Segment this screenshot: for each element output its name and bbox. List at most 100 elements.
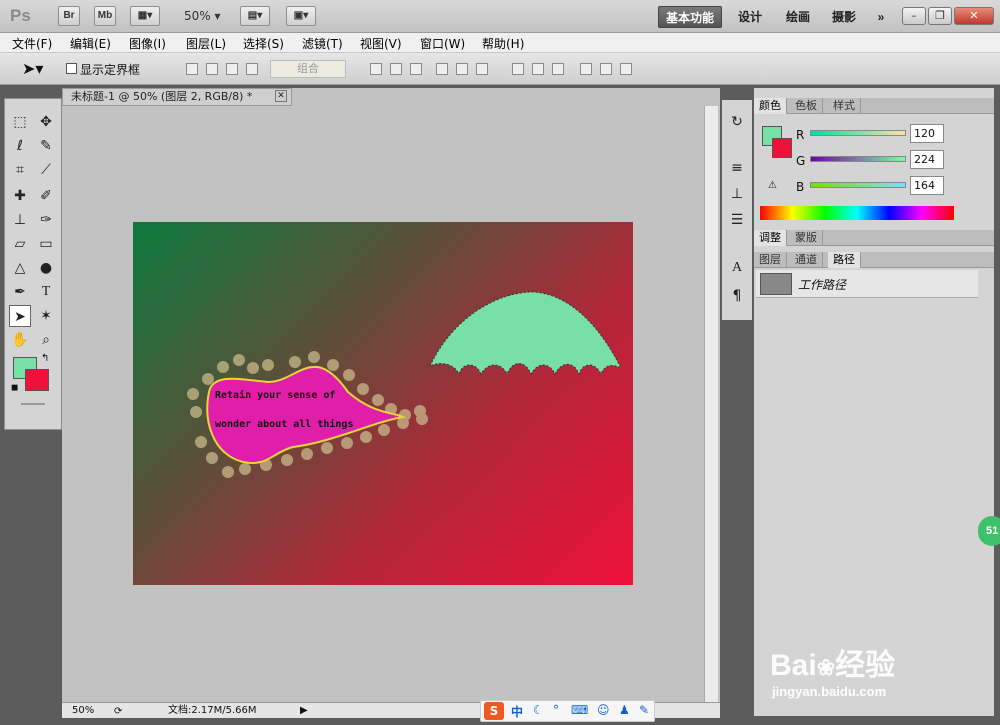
tab-styles[interactable]: 样式 xyxy=(828,98,861,114)
zoom-level[interactable]: 50% ▾ xyxy=(184,9,221,23)
dodge-tool-icon[interactable]: ● xyxy=(35,257,57,279)
tab-color[interactable]: 颜色 xyxy=(754,98,787,114)
quick-select-tool-icon[interactable]: ✎ xyxy=(35,135,57,157)
combine-button[interactable]: 组合 xyxy=(270,60,346,78)
ime-keyboard-icon[interactable]: ⌨ xyxy=(571,703,588,717)
menu-file[interactable]: 文件(F) xyxy=(12,35,52,52)
side-floating-badge[interactable]: 51 xyxy=(978,516,1000,546)
distribute-right-icon[interactable] xyxy=(620,63,632,75)
color-spectrum-bar[interactable] xyxy=(760,206,954,220)
workspace-more-button[interactable]: » xyxy=(870,6,892,28)
menu-view[interactable]: 视图(V) xyxy=(360,35,402,52)
color-panel-bg-swatch[interactable] xyxy=(772,138,792,158)
b-value[interactable]: 164 xyxy=(910,176,944,195)
blur-tool-icon[interactable]: △ xyxy=(9,257,31,279)
history-panel-icon[interactable]: ↻ xyxy=(722,110,752,134)
path-op-subtract-icon[interactable] xyxy=(206,63,218,75)
workspace-photography[interactable]: 摄影 xyxy=(828,6,860,28)
background-color-swatch[interactable] xyxy=(25,369,49,391)
maximize-button[interactable]: ❐ xyxy=(928,7,952,25)
character-panel-icon[interactable]: A xyxy=(722,256,752,280)
menu-window[interactable]: 窗口(W) xyxy=(420,35,465,52)
ime-moon-icon[interactable]: ☾ xyxy=(533,703,544,717)
move-tool-icon[interactable]: ✥ xyxy=(35,111,57,133)
r-value[interactable]: 120 xyxy=(910,124,944,143)
distribute-vcenter-icon[interactable] xyxy=(532,63,544,75)
path-op-intersect-icon[interactable] xyxy=(226,63,238,75)
workspace-painting[interactable]: 绘画 xyxy=(782,6,814,28)
workspace-essentials[interactable]: 基本功能 xyxy=(658,6,722,28)
status-menu-arrow-icon[interactable]: ▶ xyxy=(300,703,308,718)
minimize-button[interactable]: – xyxy=(902,7,926,25)
menu-help[interactable]: 帮助(H) xyxy=(482,35,524,52)
history-brush-tool-icon[interactable]: ✑ xyxy=(35,209,57,231)
align-vcenter-icon[interactable] xyxy=(390,63,402,75)
healing-brush-tool-icon[interactable]: ✚ xyxy=(9,185,31,207)
menu-select[interactable]: 选择(S) xyxy=(243,35,284,52)
align-bottom-icon[interactable] xyxy=(410,63,422,75)
ime-punctuation-icon[interactable]: ° xyxy=(553,703,559,717)
menu-layer[interactable]: 图层(L) xyxy=(186,35,226,52)
eraser-tool-icon[interactable]: ▱ xyxy=(9,233,31,255)
path-list-item[interactable]: 工作路径 xyxy=(756,270,978,298)
default-colors-icon[interactable]: ◼ xyxy=(11,383,18,393)
tab-channels[interactable]: 通道 xyxy=(790,252,823,268)
close-button[interactable]: ✕ xyxy=(954,7,994,25)
align-left-icon[interactable] xyxy=(436,63,448,75)
distribute-top-icon[interactable] xyxy=(512,63,524,75)
distribute-hcenter-icon[interactable] xyxy=(600,63,612,75)
status-zoom[interactable]: 50% xyxy=(72,703,94,718)
arrange-documents-button[interactable]: ▤▾ xyxy=(240,6,270,26)
clone-stamp-tool-icon[interactable]: ⊥ xyxy=(9,209,31,231)
paragraph-panel-icon[interactable]: ¶ xyxy=(722,284,752,308)
ime-user-icon[interactable]: ☺ xyxy=(597,703,610,717)
tab-masks[interactable]: 蒙版 xyxy=(790,230,823,246)
align-top-icon[interactable] xyxy=(370,63,382,75)
bridge-button[interactable]: Br xyxy=(58,6,80,26)
tab-adjustments[interactable]: 调整 xyxy=(754,230,787,246)
gradient-tool-icon[interactable]: ▭ xyxy=(35,233,57,255)
menu-image[interactable]: 图像(I) xyxy=(129,35,166,52)
lasso-tool-icon[interactable]: ℓ xyxy=(9,135,31,157)
r-slider[interactable] xyxy=(810,130,906,136)
quick-mask-icon[interactable] xyxy=(21,403,45,405)
close-tab-icon[interactable]: ✕ xyxy=(275,90,287,102)
document-tab[interactable]: 未标题-1 @ 50% (图层 2, RGB/8) * ✕ xyxy=(62,88,292,106)
crop-tool-icon[interactable]: ⌗ xyxy=(9,159,31,181)
path-op-exclude-icon[interactable] xyxy=(246,63,258,75)
move-tool-preset-icon[interactable]: ➤▾ xyxy=(22,59,43,78)
status-refresh-icon[interactable]: ⟳ xyxy=(114,704,122,719)
tool-presets-icon[interactable]: ☰ xyxy=(722,208,752,232)
g-slider[interactable] xyxy=(810,156,906,162)
tab-paths[interactable]: 路径 xyxy=(828,252,861,268)
b-slider[interactable] xyxy=(810,182,906,188)
tab-swatches[interactable]: 色板 xyxy=(790,98,823,114)
ime-tools-icon[interactable]: ✎ xyxy=(639,703,649,717)
ime-chinese-mode[interactable]: 中 xyxy=(511,703,523,720)
sogou-logo-icon[interactable]: S xyxy=(484,702,504,720)
ime-skin-icon[interactable]: ♟ xyxy=(619,703,630,717)
align-right-icon[interactable] xyxy=(476,63,488,75)
pen-tool-icon[interactable]: ✒ xyxy=(9,281,31,303)
path-op-add-icon[interactable] xyxy=(186,63,198,75)
screen-mode-button[interactable]: ▣▾ xyxy=(286,6,316,26)
tab-layers[interactable]: 图层 xyxy=(754,252,787,268)
g-value[interactable]: 224 xyxy=(910,150,944,169)
marquee-tool-icon[interactable]: ⬚ xyxy=(9,111,31,133)
minibridge-button[interactable]: Mb xyxy=(94,6,116,26)
swap-colors-icon[interactable]: ↰ xyxy=(41,353,49,364)
clone-source-icon[interactable]: ⊥ xyxy=(722,182,752,206)
eyedropper-tool-icon[interactable]: ⟋ xyxy=(35,159,57,181)
vertical-scrollbar[interactable] xyxy=(704,106,718,702)
gamut-warning-icon[interactable]: ⚠ xyxy=(768,180,777,191)
show-bounds-checkbox[interactable] xyxy=(66,63,77,74)
view-extras-button[interactable]: ▦▾ xyxy=(130,6,160,26)
menu-filter[interactable]: 滤镜(T) xyxy=(302,35,343,52)
zoom-tool-icon[interactable]: ⌕ xyxy=(35,329,57,351)
menu-edit[interactable]: 编辑(E) xyxy=(70,35,111,52)
brush-tool-icon[interactable]: ✐ xyxy=(35,185,57,207)
align-hcenter-icon[interactable] xyxy=(456,63,468,75)
distribute-left-icon[interactable] xyxy=(580,63,592,75)
type-tool-icon[interactable]: T xyxy=(35,281,57,303)
custom-shape-tool-icon[interactable]: ✶ xyxy=(35,305,57,327)
